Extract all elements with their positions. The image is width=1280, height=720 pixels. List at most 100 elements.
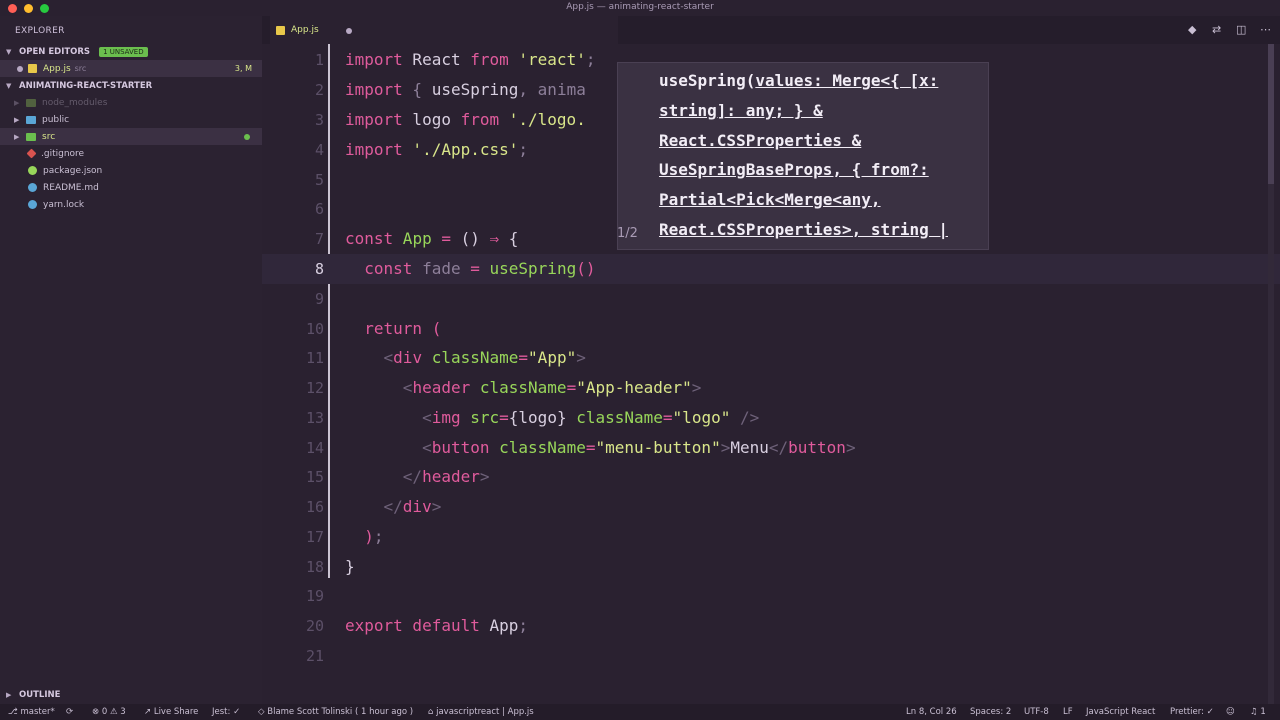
open-file-name: App.js: [43, 63, 71, 74]
jest-status[interactable]: Jest: ✓: [212, 707, 240, 717]
breadcrumb-path[interactable]: ⌂ javascriptreact | App.js: [428, 707, 534, 717]
code-line[interactable]: 19: [262, 581, 1280, 611]
git-icon: [26, 148, 37, 159]
hint-fn: useSpring(: [659, 71, 756, 90]
code-text: }: [345, 557, 355, 576]
overload-counter[interactable]: 1/2: [617, 226, 638, 241]
code-text: <button className="menu-button">Menu</bu…: [422, 438, 856, 457]
more-actions-icon[interactable]: ⋯: [1260, 23, 1271, 36]
line-number: 7: [314, 230, 324, 248]
code-line[interactable]: 17 );: [262, 522, 1280, 552]
code-line[interactable]: 18}: [262, 552, 1280, 582]
language-mode[interactable]: JavaScript React: [1086, 707, 1155, 717]
hint-param: values: Merge<{ [x:: [755, 71, 939, 90]
line-number: 20: [305, 617, 324, 635]
line-number: 14: [305, 439, 324, 457]
folder-icon: [26, 98, 36, 107]
vscode-window: App.js — animating-react-starter EXPLORE…: [0, 0, 1280, 720]
tree-item-readme[interactable]: README.md: [0, 179, 262, 196]
split-editor-icon[interactable]: ◫: [1236, 23, 1246, 36]
code-text: const App = () ⇒ {: [345, 229, 519, 248]
open-changes-icon[interactable]: ⇄: [1212, 23, 1221, 36]
title-bar: App.js — animating-react-starter: [0, 0, 1280, 16]
tree-item-label: package.json: [43, 165, 103, 176]
code-text: const fade = useSpring(): [364, 259, 596, 278]
code-line[interactable]: 16 </div>: [262, 492, 1280, 522]
line-number: 16: [305, 498, 324, 516]
outline-label: OUTLINE: [19, 690, 61, 700]
branch-name: master*: [20, 707, 55, 717]
code-line[interactable]: 9: [262, 284, 1280, 314]
status-bar: ⎇ master* ⟳ ⊗ 0 ⚠ 3 ↗ Live Share Jest: ✓…: [0, 704, 1280, 720]
code-text: export default App;: [345, 616, 529, 635]
code-line[interactable]: 12 <header className="App-header">: [262, 373, 1280, 403]
open-editor-item-app-js[interactable]: App.js src 3, M: [0, 60, 262, 77]
path-text: javascriptreact | App.js: [436, 707, 534, 717]
notification-count: 1: [1260, 707, 1266, 717]
live-share-icon: ↗: [144, 707, 154, 717]
git-blame-item[interactable]: ◇ Blame Scott Tolinski ( 1 hour ago ): [258, 707, 413, 717]
open-file-folder: src: [74, 64, 87, 73]
line-number: 15: [305, 468, 324, 486]
chevron-down-icon: ▼: [6, 81, 12, 90]
line-ending[interactable]: LF: [1063, 707, 1073, 717]
line-number: 19: [305, 587, 324, 605]
hint-param: React.CSSProperties &: [659, 131, 862, 150]
tree-item-label: src: [42, 131, 56, 142]
explorer-sidebar: EXPLORER ▼ OPEN EDITORS 1 UNSAVED App.js…: [0, 16, 262, 704]
line-number: 18: [305, 558, 324, 576]
project-section[interactable]: ▼ ANIMATING-REACT-STARTER: [0, 77, 262, 94]
code-line[interactable]: 11 <div className="App">: [262, 343, 1280, 373]
chevron-right-icon: ▶: [6, 691, 12, 699]
feedback-smiley-icon[interactable]: ☺: [1226, 707, 1235, 717]
line-number: 21: [305, 647, 324, 665]
live-share-button[interactable]: ↗ Live Share: [144, 707, 198, 717]
code-line[interactable]: 10 return (: [262, 314, 1280, 344]
code-text: import { useSpring, anima: [345, 80, 586, 99]
code-line[interactable]: 15 </header>: [262, 462, 1280, 492]
git-compare-icon[interactable]: ◆: [1188, 23, 1196, 36]
code-line-current[interactable]: 8 const fade = useSpring(): [262, 254, 1280, 284]
bell-icon: ♫: [1250, 707, 1261, 717]
line-number: 13: [305, 409, 324, 427]
tab-app-js[interactable]: App.js: [270, 16, 618, 44]
prettier-status[interactable]: Prettier: ✓: [1170, 707, 1214, 717]
explorer-header: EXPLORER: [15, 26, 65, 36]
tree-item-label: yarn.lock: [43, 199, 85, 210]
line-number: 4: [314, 141, 324, 159]
hint-line: useSpring(values: Merge<{ [x:: [659, 71, 938, 90]
chevron-right-icon: ▶: [14, 115, 20, 124]
code-text: <header className="App-header">: [402, 378, 702, 397]
tree-item-node-modules[interactable]: ▶ node_modules: [0, 94, 262, 111]
problems-item[interactable]: ⊗ 0 ⚠ 3: [92, 707, 126, 717]
window-title: App.js — animating-react-starter: [566, 2, 714, 12]
code-line[interactable]: 20 export default App;: [262, 611, 1280, 641]
sync-icon[interactable]: ⟳: [66, 707, 73, 717]
line-number: 2: [314, 81, 324, 99]
code-line[interactable]: 13 <img src={logo} className="logo" />: [262, 403, 1280, 433]
line-number: 11: [305, 349, 324, 367]
tree-item-gitignore[interactable]: .gitignore: [0, 145, 262, 162]
unsaved-dot-icon[interactable]: [346, 28, 352, 34]
encoding[interactable]: UTF-8: [1024, 707, 1049, 717]
notifications-item[interactable]: ♫ 1: [1250, 707, 1266, 717]
project-label: ANIMATING-REACT-STARTER: [19, 80, 153, 91]
indentation[interactable]: Spaces: 2: [970, 707, 1011, 717]
code-text: import React from 'react';: [345, 50, 596, 69]
warning-icon: ⚠: [107, 707, 121, 717]
line-number: 3: [314, 111, 324, 129]
outline-section[interactable]: ▶ OUTLINE: [6, 690, 60, 700]
git-branch-item[interactable]: ⎇ master*: [8, 707, 55, 717]
scrollbar-thumb[interactable]: [1268, 44, 1274, 184]
hint-param: Partial<Pick<Merge<any,: [659, 190, 881, 209]
tree-item-yarn-lock[interactable]: yarn.lock: [0, 196, 262, 213]
git-branch-icon: ⎇: [8, 707, 21, 717]
cursor-position[interactable]: Ln 8, Col 26: [906, 707, 957, 717]
code-text: <img src={logo} className="logo" />: [422, 408, 760, 427]
code-line[interactable]: 21: [262, 641, 1280, 671]
code-line[interactable]: 14 <button className="menu-button">Menu<…: [262, 433, 1280, 463]
tree-item-public[interactable]: ▶ public: [0, 111, 262, 128]
tree-item-src[interactable]: ▶ src: [0, 128, 262, 145]
open-editors-section[interactable]: ▼ OPEN EDITORS 1 UNSAVED: [0, 43, 262, 60]
tree-item-package-json[interactable]: package.json: [0, 162, 262, 179]
